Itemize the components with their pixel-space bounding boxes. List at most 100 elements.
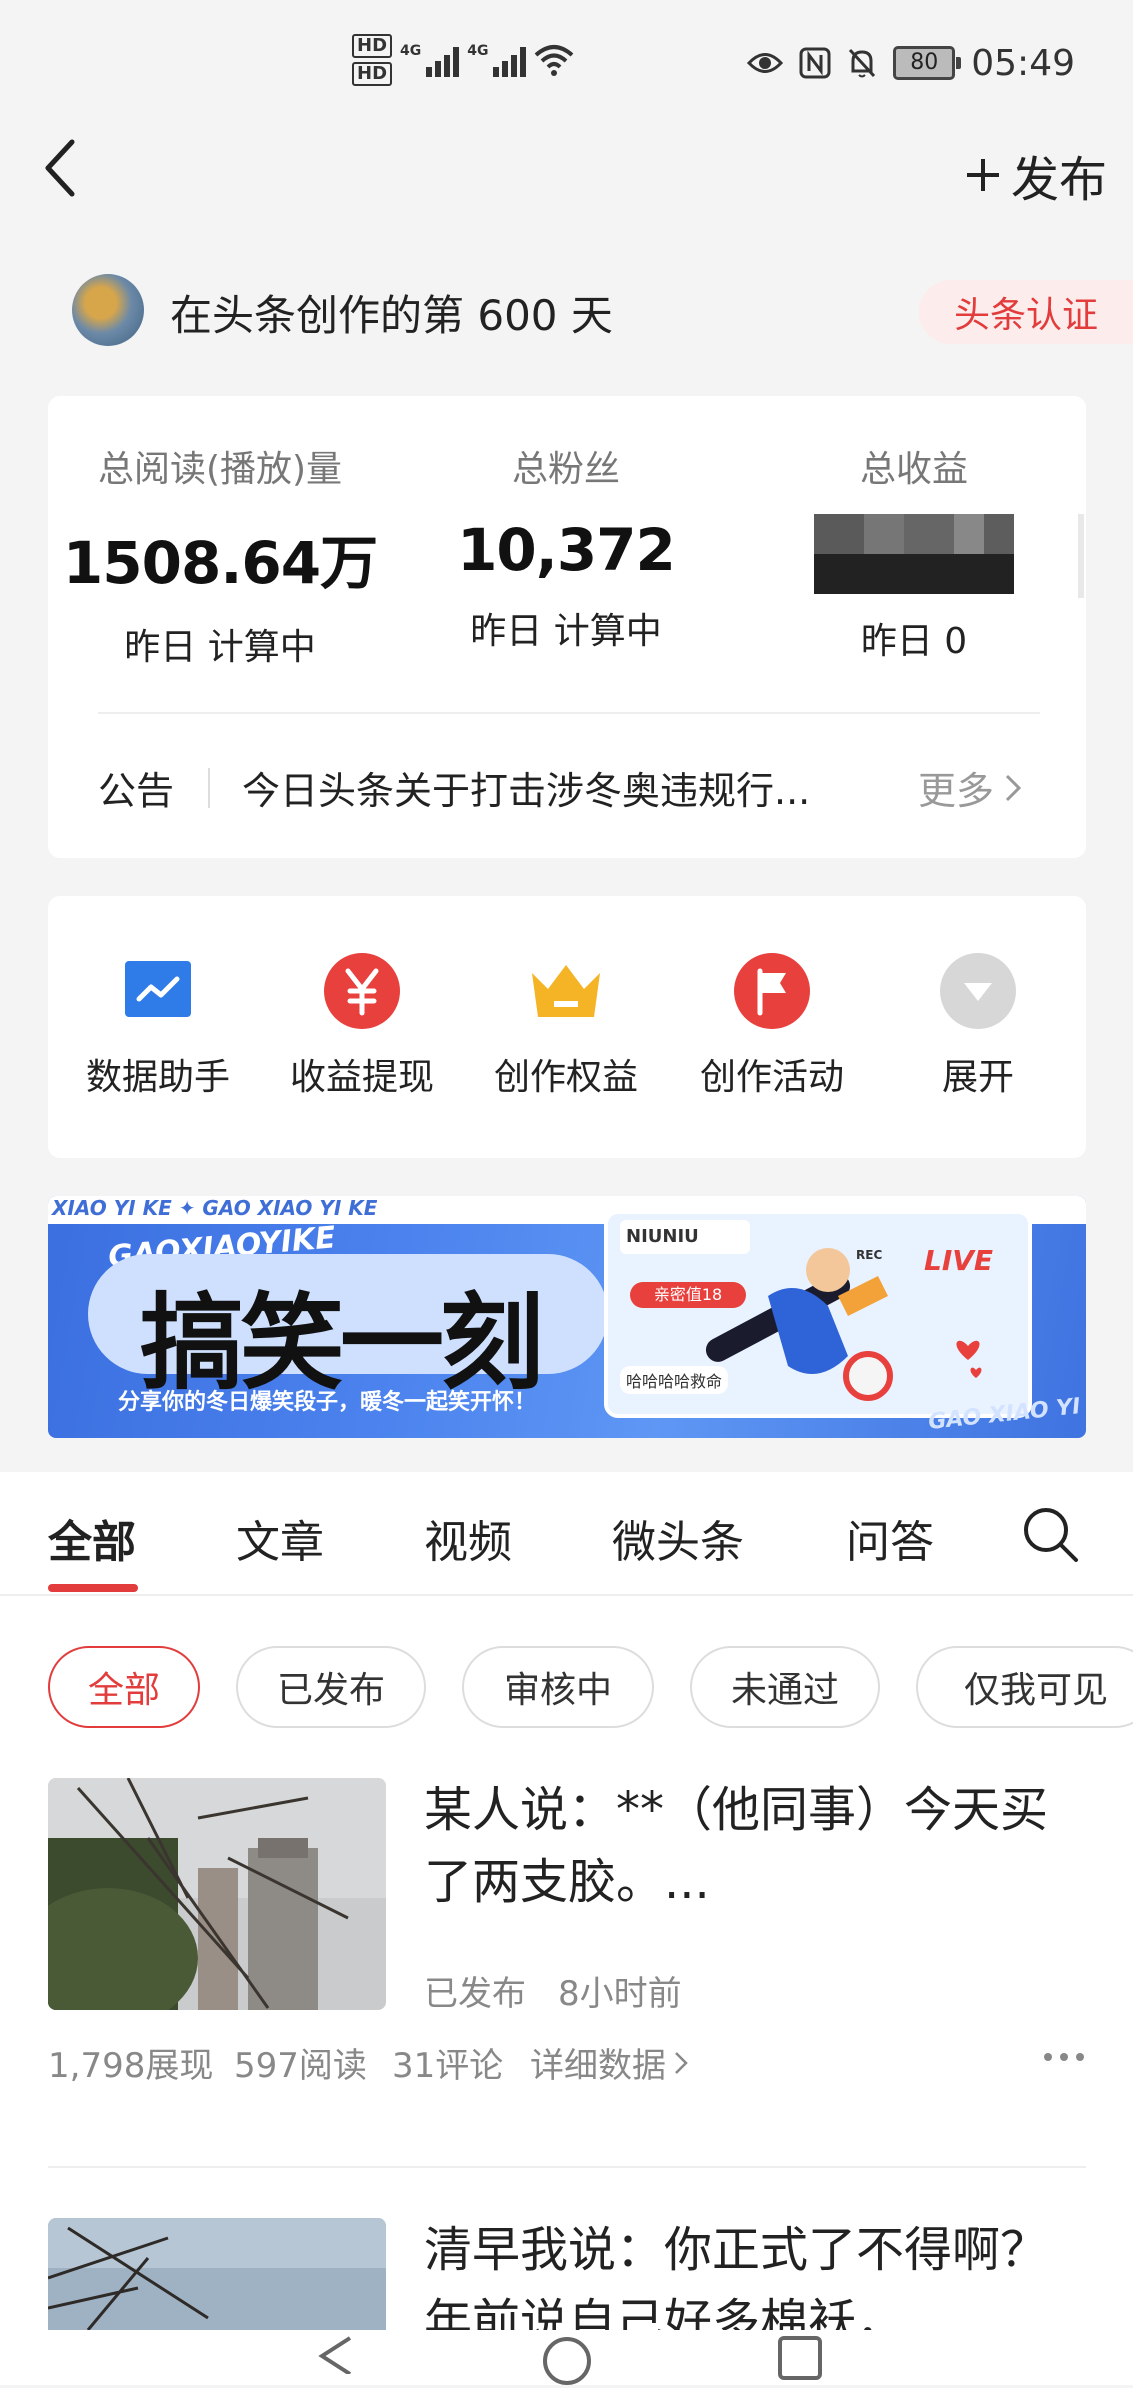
- tool-data-assistant[interactable]: 数据助手: [68, 950, 248, 1100]
- system-nav-bar: [0, 2330, 1133, 2385]
- filter-published[interactable]: 已发布: [236, 1646, 426, 1728]
- banner-subtitle: 分享你的冬日爆笑段子，暖冬一起笑开怀！: [118, 1390, 537, 1415]
- expand-icon: [937, 950, 1019, 1032]
- stat-label: 总粉丝: [511, 449, 620, 490]
- wifi-icon: [535, 45, 574, 76]
- stats-divider: [98, 712, 1040, 714]
- stat-label: 总阅读(播放)量: [97, 449, 343, 490]
- banner-live: LIVE: [924, 1244, 994, 1277]
- stat-total-fans[interactable]: 总粉丝 10,372 昨日 计算中: [406, 440, 726, 654]
- post-reads: 597阅读: [234, 2046, 367, 2086]
- filter-rejected[interactable]: 未通过: [690, 1646, 880, 1728]
- tab-all[interactable]: 全部: [48, 1506, 136, 1570]
- content-tabs-bar: [0, 1472, 1133, 1596]
- tool-label: 展开: [941, 1057, 1014, 1098]
- notice-label: 公告: [98, 769, 175, 813]
- tab-articles[interactable]: 文章: [236, 1506, 324, 1570]
- notice-text[interactable]: 今日头条关于打击涉冬奥违规行...: [242, 760, 882, 815]
- stat-value: 10,372: [457, 516, 676, 584]
- post-divider: [48, 2166, 1086, 2168]
- hd-2: HD: [352, 62, 393, 86]
- search-button[interactable]: [1020, 1504, 1080, 1568]
- nav-home-icon[interactable]: [540, 2334, 594, 2388]
- income-scroll-hint: [1078, 514, 1084, 598]
- chevron-right-icon: [1005, 774, 1022, 801]
- avatar[interactable]: [72, 274, 144, 346]
- post-comments: 31评论: [392, 2046, 504, 2086]
- yuan-icon: [321, 950, 403, 1032]
- filter-reviewing[interactable]: 审核中: [462, 1646, 654, 1728]
- tool-label: 创作权益: [493, 1057, 638, 1098]
- signal-1-icon: 4G: [400, 43, 460, 77]
- post-thumbnail[interactable]: [48, 2218, 386, 2330]
- tool-income-withdraw[interactable]: 收益提现: [272, 950, 452, 1100]
- tool-label: 数据助手: [85, 1057, 230, 1098]
- stat-total-income[interactable]: 总收益 昨日 0: [754, 440, 1074, 664]
- eye-icon: [747, 53, 784, 73]
- post-status: 已发布: [424, 1974, 526, 2014]
- battery-level: 80: [910, 50, 939, 75]
- network-indicators: HD HD 4G 4G: [352, 30, 574, 90]
- toutiao-certification-button[interactable]: 头条认证: [919, 280, 1133, 344]
- back-button[interactable]: [40, 136, 100, 206]
- clock: 05:49: [971, 42, 1075, 84]
- filter-all[interactable]: 全部: [48, 1646, 200, 1728]
- promo-banner[interactable]: XIAO YI KE ✦ GAO XIAO YI KE GAOXIAOYIKE …: [48, 1196, 1086, 1438]
- active-tab-indicator: [48, 1584, 138, 1592]
- tool-expand[interactable]: 展开: [888, 950, 1068, 1100]
- creation-days: 在头条创作的第 600 天: [170, 291, 613, 340]
- tool-creator-benefits[interactable]: 创作权益: [476, 950, 656, 1100]
- search-icon: [1024, 1508, 1078, 1562]
- detail-label: 详细数据: [530, 2046, 666, 2086]
- nav-recents-icon[interactable]: [776, 2334, 826, 2384]
- chart-icon: [117, 950, 199, 1032]
- plus-icon: [966, 159, 999, 191]
- post-time: 8小时前: [558, 1974, 682, 2014]
- income-hidden-value: [814, 514, 1014, 594]
- heart-icons: [956, 1340, 982, 1378]
- stat-sub: 昨日 0: [860, 621, 968, 662]
- banner-rec: REC: [856, 1248, 883, 1262]
- post-impressions: 1,798展现: [48, 2046, 214, 2086]
- stat-label: 总收益: [859, 449, 968, 490]
- notice-separator: [208, 768, 210, 808]
- signal-2-icon: 4G: [467, 43, 527, 77]
- stat-total-reads[interactable]: 总阅读(播放)量 1508.64万 昨日 计算中: [60, 440, 380, 670]
- post-detail-data-link[interactable]: 详细数据: [530, 2038, 688, 2087]
- tab-micro-posts[interactable]: 微头条: [612, 1506, 744, 1570]
- tool-label: 创作活动: [699, 1057, 844, 1098]
- tab-videos[interactable]: 视频: [424, 1506, 512, 1570]
- nfc-icon: [799, 47, 831, 79]
- tab-qa[interactable]: 问答: [846, 1506, 934, 1570]
- post-thumbnail[interactable]: [48, 1778, 386, 2010]
- chevron-right-icon: [675, 2051, 688, 2074]
- nav-back-icon[interactable]: [316, 2334, 356, 2374]
- battery-icon: 80: [893, 46, 962, 80]
- notice-more-link[interactable]: 更多: [918, 760, 1022, 815]
- more-dots-icon: [1044, 2053, 1084, 2061]
- post-title[interactable]: 某人说：**（他同事）今天买了两支胶。...: [424, 1774, 1094, 1918]
- hd-indicator: HD HD: [352, 34, 393, 86]
- tool-creator-activities[interactable]: 创作活动: [682, 950, 862, 1100]
- snowboarder-illustration: [705, 1248, 893, 1401]
- banner-strip-text: XIAO YI KE ✦ GAO XIAO YI KE: [52, 1196, 378, 1220]
- filter-private[interactable]: 仅我可见: [916, 1646, 1133, 1728]
- hd-1: HD: [352, 34, 393, 58]
- more-label: 更多: [918, 769, 995, 813]
- mute-bell-icon: [849, 48, 876, 78]
- back-arrow-icon: [45, 139, 75, 197]
- tool-label: 收益提现: [289, 1057, 434, 1098]
- post-title[interactable]: 清早我说：你正式了不得啊？年前说自己好多棉袄，: [424, 2214, 1094, 2330]
- network-type-1: 4G: [400, 43, 422, 59]
- publish-label: 发布: [1010, 152, 1107, 208]
- status-bar: HD HD 4G 4G 80 05:49: [0, 0, 1133, 120]
- post-more-button[interactable]: [1043, 2048, 1085, 2067]
- stat-sub: 昨日 计算中: [470, 611, 662, 652]
- network-type-2: 4G: [467, 43, 489, 59]
- stat-sub: 昨日 计算中: [124, 627, 316, 668]
- stat-value: 1508.64万: [62, 529, 378, 597]
- system-indicators: 80 05:49: [747, 40, 1075, 86]
- flag-icon: [731, 950, 813, 1032]
- publish-button[interactable]: 发布: [965, 140, 1107, 210]
- crown-icon: [525, 950, 607, 1032]
